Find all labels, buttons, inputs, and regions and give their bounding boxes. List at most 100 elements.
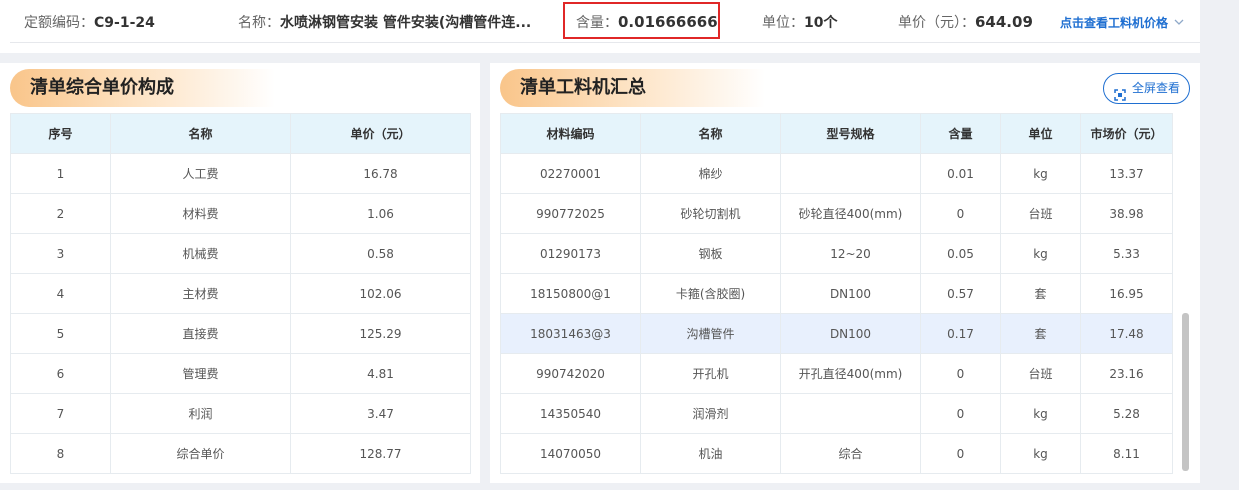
cell-index: 2 [10,193,111,234]
table-row[interactable]: 7 利润 3.47 [10,393,471,434]
materials-panel: 清单工料机汇总 全屏查看 材料编码 名称 型号规格 含量 单位 市场价（元） 0… [490,63,1200,483]
composition-table-body: 1 人工费 16.78 2 材料费 1.06 3 机械费 0.58 4 主材费 102.06 5 直接费 1… [10,153,471,474]
cell-unit: 套 [1000,273,1081,314]
column-header-material-name[interactable]: 名称 [640,113,781,154]
table-row[interactable]: 4 主材费 102.06 [10,273,471,314]
cell-material-code: 990772025 [500,193,641,234]
cell-material-name: 润滑剂 [640,393,781,434]
column-header-spec[interactable]: 型号规格 [780,113,921,154]
table-row[interactable]: 2 材料费 1.06 [10,193,471,234]
cell-unit: kg [1000,153,1081,194]
column-header-market-price[interactable]: 市场价（元） [1080,113,1173,154]
quota-info-bar: 定额编码：C9-1-24 名称：水喷淋钢管安装 管件安装(沟槽管件连... 含量… [0,0,1200,53]
cell-material-code: 01290173 [500,233,641,274]
cell-unit-price: 4.81 [290,353,471,394]
cell-market-price: 23.16 [1080,353,1173,394]
column-header-material-code[interactable]: 材料编码 [500,113,641,154]
cell-quantity: 0 [920,433,1001,474]
cell-unit: kg [1000,393,1081,434]
materials-table-body: 02270001 棉纱 0.01 kg 13.37 990772025 砂轮切割机 砂轮直径4… [500,153,1173,474]
column-header-quantity[interactable]: 含量 [920,113,1001,154]
cell-quantity: 0.01 [920,153,1001,194]
cell-name: 利润 [110,393,291,434]
chevron-down-icon [1174,15,1184,29]
cell-market-price: 5.28 [1080,393,1173,434]
cell-market-price: 38.98 [1080,193,1173,234]
cell-index: 3 [10,233,111,274]
fullscreen-icon [1114,83,1126,101]
cell-name: 综合单价 [110,433,291,474]
view-material-price-label: 点击查看工料机价格 [1060,16,1169,30]
cell-material-name: 沟槽管件 [640,313,781,354]
table-row[interactable]: 14350540 润滑剂 0 kg 5.28 [500,393,1173,434]
cell-name: 主材费 [110,273,291,314]
cell-index: 8 [10,433,111,474]
cell-material-name: 棉纱 [640,153,781,194]
cell-name: 直接费 [110,313,291,354]
cell-market-price: 8.11 [1080,433,1173,474]
cell-spec: 12~20 [780,233,921,274]
table-row[interactable]: 18031463@3 沟槽管件 DN100 0.17 套 17.48 [500,313,1173,354]
cell-index: 6 [10,353,111,394]
cell-material-name: 砂轮切割机 [640,193,781,234]
cell-unit-price: 125.29 [290,313,471,354]
cell-material-code: 02270001 [500,153,641,194]
cell-quantity: 0.17 [920,313,1001,354]
quota-name-value: 水喷淋钢管安装 管件安装(沟槽管件连... [280,15,532,31]
cell-unit: 台班 [1000,193,1081,234]
cell-spec: 砂轮直径400(mm) [780,193,921,234]
cell-unit: kg [1000,233,1081,274]
composition-panel-title: 清单综合单价构成 [10,69,275,107]
cell-market-price: 16.95 [1080,273,1173,314]
materials-scrollbar[interactable] [1182,313,1189,471]
cell-quantity: 0.05 [920,233,1001,274]
cell-material-code: 18150800@1 [500,273,641,314]
table-row[interactable]: 14070050 机油 综合 0 kg 8.11 [500,433,1173,474]
quota-unit-value: 10个 [804,15,838,31]
table-row[interactable]: 990742020 开孔机 开孔直径400(mm) 0 台班 23.16 [500,353,1173,394]
table-row[interactable]: 990772025 砂轮切割机 砂轮直径400(mm) 0 台班 38.98 [500,193,1173,234]
cell-material-code: 18031463@3 [500,313,641,354]
quota-price: 单价（元）：644.09 [898,12,1033,32]
quota-code-label: 定额编码： [24,15,94,31]
table-row[interactable]: 3 机械费 0.58 [10,233,471,274]
table-row[interactable]: 01290173 钢板 12~20 0.05 kg 5.33 [500,233,1173,274]
cell-unit-price: 16.78 [290,153,471,194]
quota-name-label: 名称： [238,15,280,31]
column-header-name[interactable]: 名称 [110,113,291,154]
cell-material-name: 机油 [640,433,781,474]
cell-index: 4 [10,273,111,314]
quota-code: 定额编码：C9-1-24 [24,12,155,32]
table-row[interactable]: 02270001 棉纱 0.01 kg 13.37 [500,153,1173,194]
fullscreen-button[interactable]: 全屏查看 [1103,73,1190,104]
cell-quantity: 0.57 [920,273,1001,314]
cell-market-price: 5.33 [1080,233,1173,274]
column-header-unit-price[interactable]: 单价（元） [290,113,471,154]
table-row[interactable]: 8 综合单价 128.77 [10,433,471,474]
view-material-price-link[interactable]: 点击查看工料机价格 [1060,14,1184,31]
quota-price-value: 644.09 [975,13,1033,31]
cell-name: 人工费 [110,153,291,194]
cell-unit-price: 3.47 [290,393,471,434]
table-row[interactable]: 1 人工费 16.78 [10,153,471,194]
cell-market-price: 13.37 [1080,153,1173,194]
column-header-unit[interactable]: 单位 [1000,113,1081,154]
column-header-index[interactable]: 序号 [10,113,111,154]
table-row[interactable]: 5 直接费 125.29 [10,313,471,354]
cell-quantity: 0 [920,393,1001,434]
table-row[interactable]: 6 管理费 4.81 [10,353,471,394]
cell-spec: 开孔直径400(mm) [780,353,921,394]
cell-spec [780,393,921,434]
quota-price-label: 单价（元）： [898,15,975,31]
cell-material-code: 14350540 [500,393,641,434]
cell-unit-price: 0.58 [290,233,471,274]
cell-unit: 套 [1000,313,1081,354]
composition-table: 序号 名称 单价（元） 1 人工费 16.78 2 材料费 1.06 3 机械费 0.58 4 主材… [10,113,471,474]
fullscreen-label: 全屏查看 [1132,81,1181,95]
table-row[interactable]: 18150800@1 卡箍(含胶圈) DN100 0.57 套 16.95 [500,273,1173,314]
cell-spec: DN100 [780,313,921,354]
cell-index: 7 [10,393,111,434]
cell-unit: kg [1000,433,1081,474]
cell-spec: DN100 [780,273,921,314]
quota-quantity: 含量：0.01666666 [576,12,718,32]
